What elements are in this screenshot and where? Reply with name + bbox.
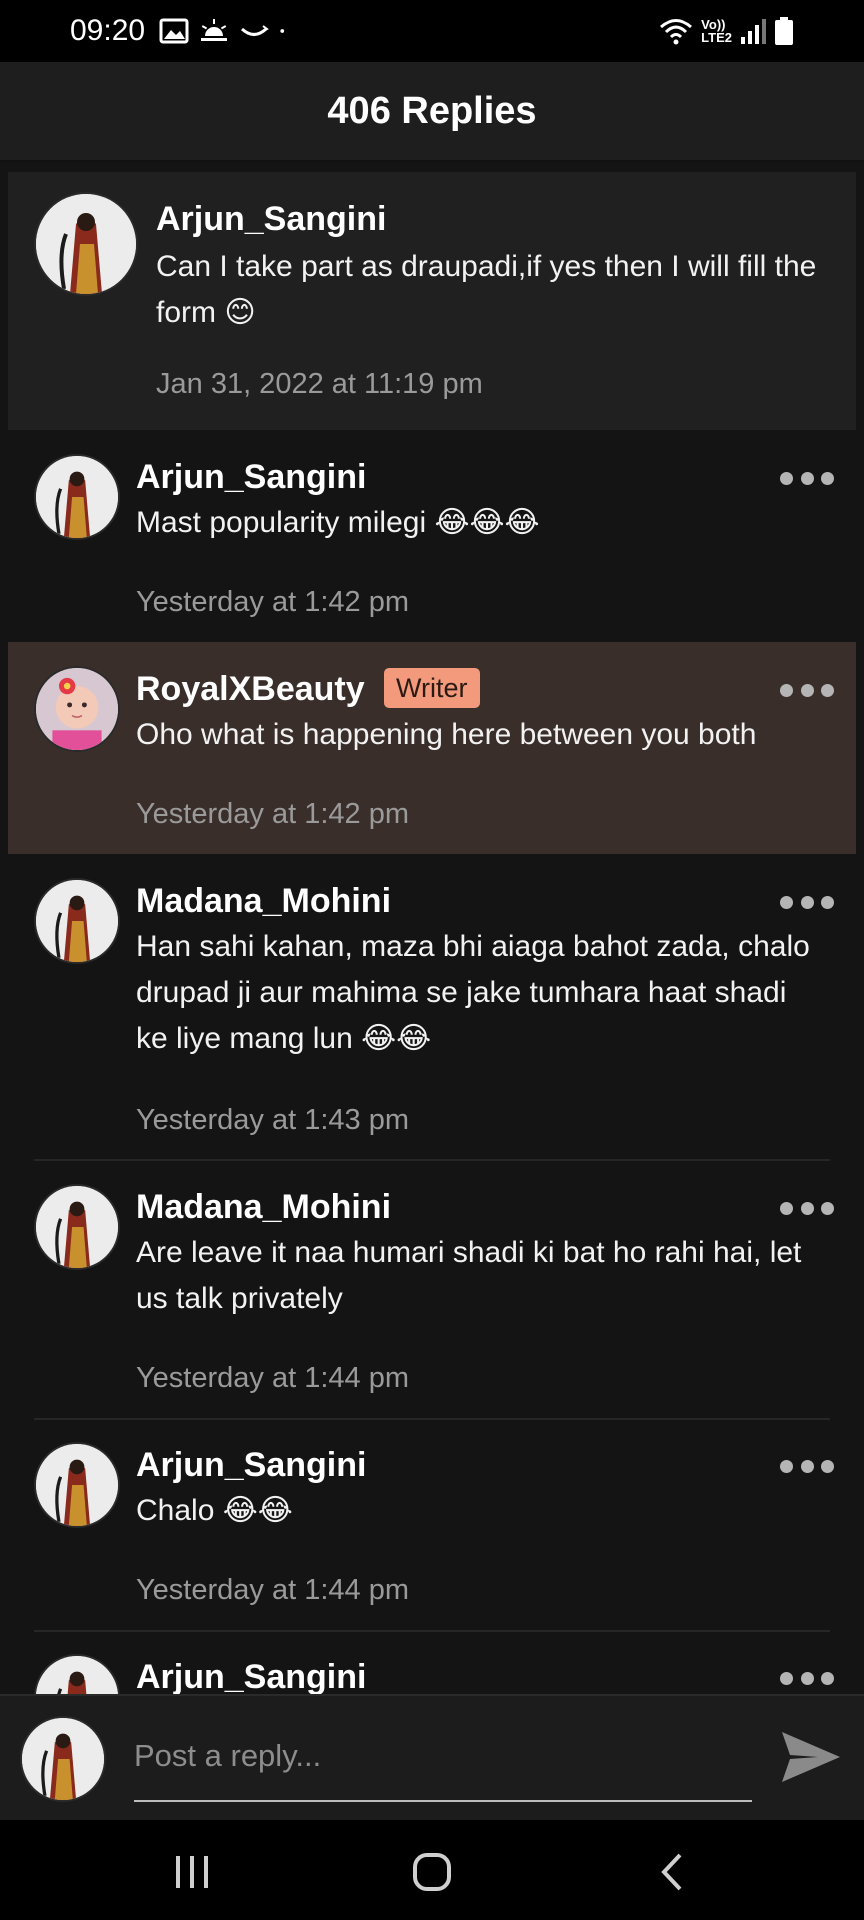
reply-author[interactable]: Madana_Mohini <box>136 1188 391 1227</box>
divider <box>34 1418 830 1420</box>
reply-author[interactable]: Arjun_Sangini <box>136 1446 366 1485</box>
status-time: 09:20 <box>70 14 146 47</box>
battery-icon <box>775 17 793 45</box>
avatar[interactable] <box>36 1186 118 1268</box>
lte-label: LTE2 <box>701 30 732 45</box>
reply-author[interactable]: RoyalXBeauty <box>136 670 365 709</box>
reply-text: Han sahi kahan, maza bhi aiaga bahot zad… <box>136 930 810 1055</box>
avatar[interactable] <box>36 880 118 962</box>
page-title: 406 Replies <box>327 89 537 132</box>
signal-icon <box>741 19 766 44</box>
profile-photo-baby <box>36 668 118 750</box>
comment-text: Can I take part as draupadi,if yes then … <box>156 250 817 329</box>
profile-photo-couple <box>36 880 118 962</box>
avatar[interactable] <box>36 668 118 750</box>
dot-icon <box>280 29 285 33</box>
reply-composer: Post a reply... <box>0 1694 864 1820</box>
reply-timestamp: Yesterday at 1:42 pm <box>136 798 409 830</box>
more-options-icon[interactable] <box>780 892 834 912</box>
avatar[interactable] <box>36 1656 118 1694</box>
parent-comment: Arjun_Sangini Can I take part as draupad… <box>8 172 856 430</box>
reply-timestamp: Yesterday at 1:43 pm <box>136 1104 409 1136</box>
status-bar: 09:20 Vo)) LTE2 <box>0 0 864 62</box>
profile-photo-couple <box>36 456 118 538</box>
avatar[interactable] <box>36 1444 118 1526</box>
reply-timestamp: Yesterday at 1:42 pm <box>136 586 409 618</box>
more-options-icon[interactable] <box>780 1456 834 1476</box>
more-options-icon[interactable] <box>780 1198 834 1218</box>
home-icon[interactable] <box>410 1850 454 1894</box>
status-notification-icons <box>159 18 293 44</box>
profile-photo-couple <box>22 1718 104 1800</box>
image-icon <box>159 18 189 44</box>
back-icon[interactable] <box>652 1850 696 1894</box>
comment-author[interactable]: Arjun_Sangini <box>156 200 386 239</box>
reply-author[interactable]: Arjun_Sangini <box>136 1658 366 1694</box>
reply-input-underline <box>134 1800 752 1802</box>
sunrise-icon <box>201 19 228 41</box>
profile-photo-couple <box>36 1186 118 1268</box>
profile-photo-couple <box>36 1444 118 1526</box>
comment-timestamp: Jan 31, 2022 at 11:19 pm <box>156 368 483 400</box>
more-options-icon[interactable] <box>780 680 834 700</box>
reply-list[interactable]: Arjun_Sangini Can I take part as draupad… <box>0 162 864 1694</box>
reply-timestamp: Yesterday at 1:44 pm <box>136 1574 409 1606</box>
network-type: Vo)) LTE2 <box>701 18 732 44</box>
avatar <box>22 1718 104 1800</box>
reply-text: Are leave it naa humari shadi ki bat ho … <box>136 1236 802 1315</box>
smile-icon <box>241 25 269 36</box>
profile-photo-couple <box>36 1656 118 1694</box>
reply-text: Mast popularity milegi 😂😂😂 <box>136 506 540 539</box>
avatar[interactable] <box>36 194 136 294</box>
send-icon[interactable] <box>780 1728 842 1786</box>
wifi-icon <box>660 19 693 45</box>
divider <box>34 1630 830 1632</box>
reply-input[interactable]: Post a reply... <box>134 1738 321 1774</box>
reply-author[interactable]: Madana_Mohini <box>136 882 391 921</box>
avatar[interactable] <box>36 456 118 538</box>
recent-apps-icon[interactable] <box>170 1850 214 1894</box>
more-options-icon[interactable] <box>780 1668 834 1688</box>
reply-text: Oho what is happening here between you b… <box>136 718 757 751</box>
reply-text: Chalo 😂😂 <box>136 1494 293 1527</box>
writer-badge: Writer <box>384 668 480 708</box>
status-system-icons: Vo)) LTE2 <box>659 16 794 46</box>
reply-timestamp: Yesterday at 1:44 pm <box>136 1362 409 1394</box>
more-options-icon[interactable] <box>780 468 834 488</box>
reply-author[interactable]: Arjun_Sangini <box>136 458 366 497</box>
system-nav-bar <box>0 1820 864 1920</box>
header: 406 Replies <box>0 62 864 162</box>
profile-photo-couple <box>36 194 136 294</box>
divider <box>34 1159 830 1161</box>
